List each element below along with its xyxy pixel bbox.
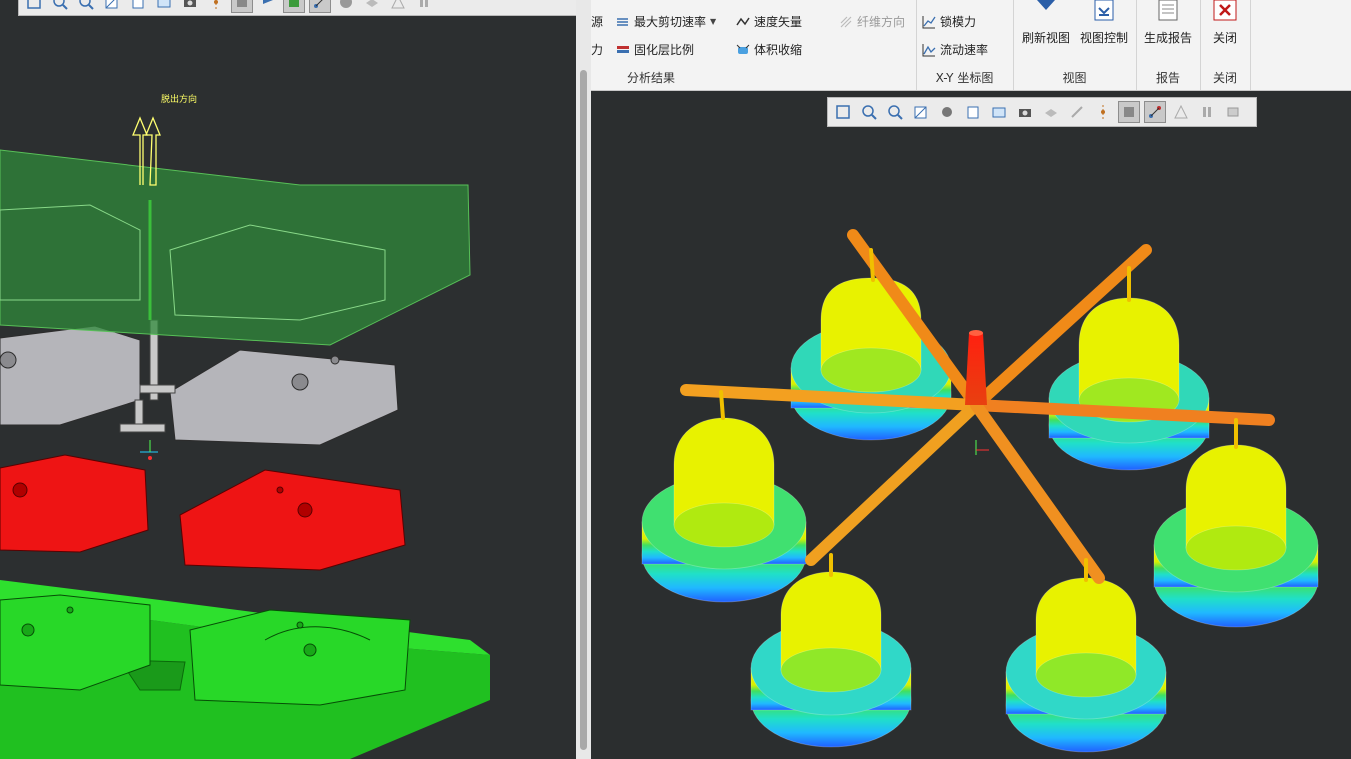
scroll-thumb[interactable] — [580, 70, 587, 750]
pull-direction-label: 脱出方向 — [161, 95, 198, 105]
flow-result-model — [641, 229, 1319, 753]
left-3d-viewport[interactable]: 脱出方向 — [0, 0, 576, 759]
part-left — [641, 417, 807, 603]
core-plates-gray — [0, 325, 399, 446]
part-right — [1153, 444, 1319, 628]
origin-axes — [140, 440, 158, 460]
part-back-left — [790, 277, 952, 441]
right-results-pane: 源 力 最大剪切速率 ▼ 速度矢量 纤维方向 固化层比例 体积收缩 分析结果 锁… — [591, 0, 1351, 759]
mold-assembly-model — [0, 116, 490, 759]
part-front-right — [1005, 577, 1167, 753]
part-front-left — [750, 571, 912, 748]
top-plate-transparent — [0, 149, 471, 346]
cavity-inserts-red — [0, 454, 406, 571]
split-scrollbar[interactable] — [576, 0, 591, 759]
origin-axes — [975, 440, 989, 455]
